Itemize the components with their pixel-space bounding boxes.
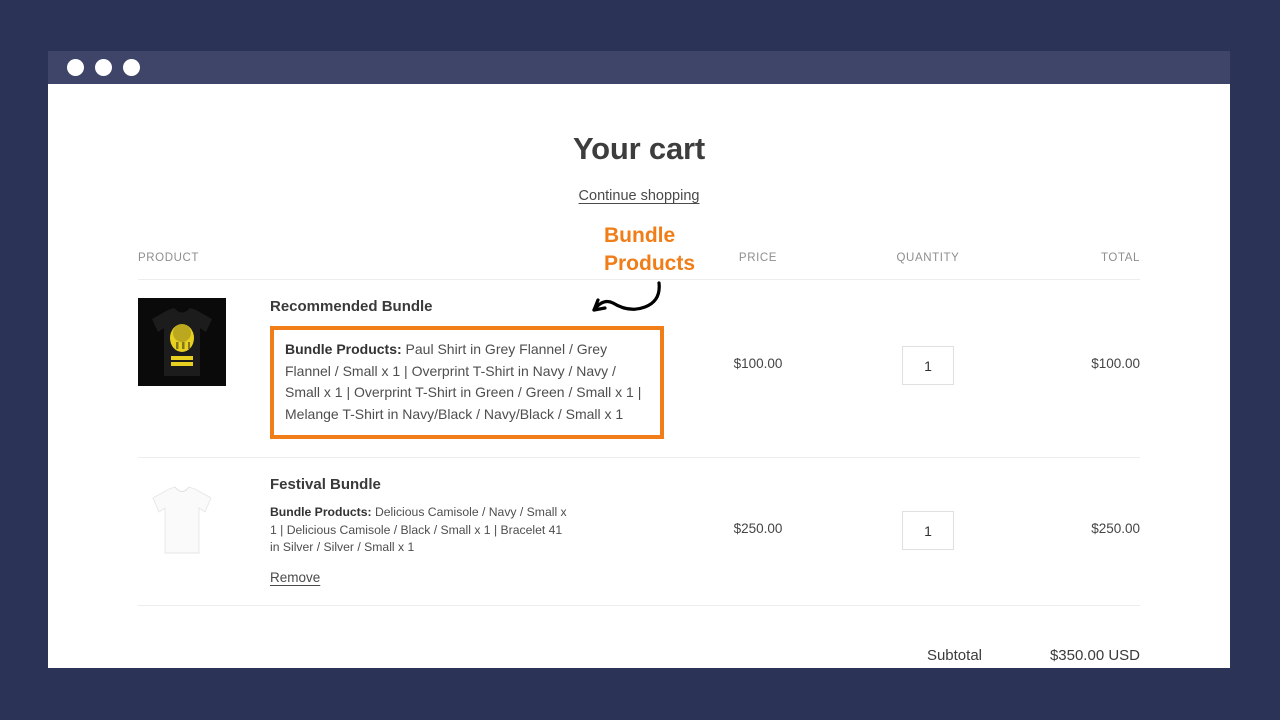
quantity-input[interactable]: 1 [902,346,954,385]
quantity-cell: 1 [838,298,1018,385]
product-thumbnail[interactable] [138,476,226,564]
black-tshirt-yellow-face-icon [138,298,226,386]
table-row: Recommended Bundle Bundle Products: Paul… [138,280,1140,458]
product-total: $250.00 [1018,476,1140,536]
product-total: $100.00 [1018,298,1140,371]
bundle-products-label: Bundle Products: [285,341,402,357]
minimize-dot-icon[interactable] [95,59,112,76]
quantity-input[interactable]: 1 [902,511,954,550]
column-header-total: TOTAL [1018,252,1140,264]
white-tshirt-icon [138,476,226,564]
table-row: Festival Bundle Bundle Products: Delicio… [138,458,1140,606]
bundle-products-label: Bundle Products: [270,505,372,519]
quantity-cell: 1 [838,476,1018,550]
product-thumbnail[interactable] [138,298,226,386]
subtotal-row: Subtotal $350.00 USD [138,647,1140,664]
product-info: Recommended Bundle Bundle Products: Paul… [270,298,664,439]
product-price: $100.00 [678,298,838,371]
cart-table: PRODUCT PRICE QUANTITY TOTAL [138,252,1140,664]
subtotal-label: Subtotal [927,647,982,664]
continue-shopping-wrap: Continue shopping [48,187,1230,205]
product-info: Festival Bundle Bundle Products: Delicio… [270,476,570,587]
subtotal-value: $350.00 USD [1018,647,1140,664]
continue-shopping-link[interactable]: Continue shopping [579,188,700,204]
maximize-dot-icon[interactable] [123,59,140,76]
remove-item-link[interactable]: Remove [270,570,320,585]
cart-page: Your cart Continue shopping PRODUCT PRIC… [48,84,1230,668]
column-header-price: PRICE [678,252,838,264]
close-dot-icon[interactable] [67,59,84,76]
page-title: Your cart [48,131,1230,167]
browser-title-bar [48,51,1230,84]
product-title: Recommended Bundle [270,298,664,315]
column-header-quantity: QUANTITY [838,252,1018,264]
product-cell: Festival Bundle Bundle Products: Delicio… [138,476,678,587]
product-title: Festival Bundle [270,476,570,493]
bundle-products-description-highlighted: Bundle Products: Paul Shirt in Grey Flan… [270,326,664,439]
bundle-products-description: Bundle Products: Delicious Camisole / Na… [270,504,570,557]
product-cell: Recommended Bundle Bundle Products: Paul… [138,298,678,439]
product-price: $250.00 [678,476,838,536]
cart-table-header: PRODUCT PRICE QUANTITY TOTAL [138,252,1140,280]
column-header-product: PRODUCT [138,252,678,264]
browser-window: Your cart Continue shopping PRODUCT PRIC… [48,51,1230,668]
